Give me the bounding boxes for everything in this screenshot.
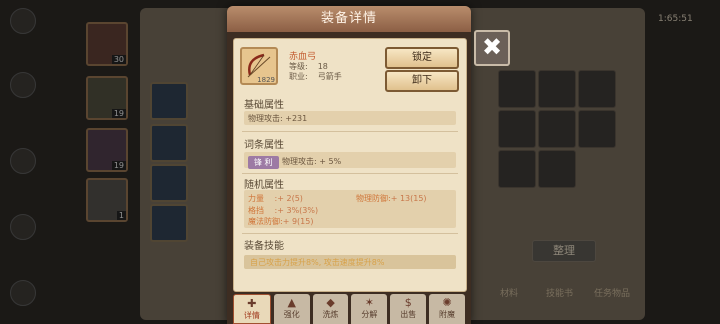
divider xyxy=(242,173,458,174)
attr-value: :+ 2(5) xyxy=(274,194,303,203)
equipment-skill-text: 自己攻击力提升8%, 攻击速度提升8% xyxy=(250,258,385,267)
attr-value: + 9(15) xyxy=(282,217,314,226)
random-attr: 力量 :+ 2(5) xyxy=(248,193,303,204)
item-count: 1829 xyxy=(257,76,275,84)
tab-label: 强化 xyxy=(283,310,300,319)
tab-sell[interactable]: $ 出售 xyxy=(390,294,427,324)
tab-enchant[interactable]: ✺ 附魔 xyxy=(429,294,465,324)
bow-icon: 1829 xyxy=(240,47,278,85)
random-attr: 物理防御:+ 13(15) xyxy=(356,193,427,204)
tab-reforge[interactable]: ◆ 洗炼 xyxy=(312,294,349,324)
magic-circle-icon: ✺ xyxy=(442,296,452,309)
attr-value: + 13(15) xyxy=(390,194,427,203)
tab-label: 出售 xyxy=(400,310,417,319)
level-label: 等级: xyxy=(289,62,308,71)
tab-details[interactable]: ✚ 详情 xyxy=(233,294,271,324)
lock-button[interactable]: 锁定 xyxy=(385,47,459,69)
random-attr: 魔法防御:+ 9(15) xyxy=(248,216,313,227)
base-attributes-title: 基础属性 xyxy=(244,100,284,111)
close-button[interactable]: ✖ xyxy=(474,30,510,66)
base-attribute-text: 物理攻击: +231 xyxy=(248,114,308,123)
tab-label: 详情 xyxy=(243,311,260,320)
tab-decompose[interactable]: ✶ 分解 xyxy=(351,294,388,324)
equipment-detail-modal: 装备详情 1829 赤血弓 等级: 18 职业: 弓箭手 锁定 卸下 基础属性 物理… xyxy=(227,6,471,324)
anvil-icon: ▲ xyxy=(287,296,296,309)
detail-tabs: ✚ 详情 ▲ 强化 ◆ 洗炼 ✶ 分解 $ 出售 ✺ 附魔 xyxy=(233,294,465,324)
equipment-skill-title: 装备技能 xyxy=(244,241,284,252)
item-level: 18 xyxy=(317,62,328,71)
wrench-icon: ✚ xyxy=(247,297,257,310)
divider xyxy=(242,131,458,132)
divider xyxy=(242,233,458,234)
attr-name: 格挡 xyxy=(248,206,264,215)
item-class: 弓箭手 xyxy=(317,72,342,81)
unequip-button[interactable]: 卸下 xyxy=(385,70,459,92)
random-attributes-title: 随机属性 xyxy=(244,180,284,191)
attr-name: 力量 xyxy=(248,194,264,203)
attr-name: 物理防御: xyxy=(356,194,391,203)
modal-body: 1829 赤血弓 等级: 18 职业: 弓箭手 锁定 卸下 基础属性 物理攻击: +… xyxy=(233,38,467,292)
item-class-row: 职业: 弓箭手 xyxy=(289,71,342,82)
tab-enhance[interactable]: ▲ 强化 xyxy=(273,294,310,324)
coin-icon: $ xyxy=(404,296,412,309)
tab-label: 分解 xyxy=(361,310,378,319)
tab-label: 洗炼 xyxy=(322,310,339,319)
class-label: 职业: xyxy=(289,72,308,81)
affix-attributes-title: 词条属性 xyxy=(244,140,284,151)
gem-icon: ◆ xyxy=(326,296,335,309)
affix-attribute-text: 物理攻击: + 5% xyxy=(282,157,342,166)
random-attr: 格挡 :+ 3%(3%) xyxy=(248,205,318,216)
modal-title: 装备详情 xyxy=(227,6,471,32)
shatter-icon: ✶ xyxy=(364,296,374,309)
tab-label: 附魔 xyxy=(439,310,456,319)
affix-tag: 锋 利 xyxy=(248,156,279,169)
attr-name: 魔法防御: xyxy=(248,217,283,226)
attr-value: :+ 3%(3%) xyxy=(274,206,319,215)
